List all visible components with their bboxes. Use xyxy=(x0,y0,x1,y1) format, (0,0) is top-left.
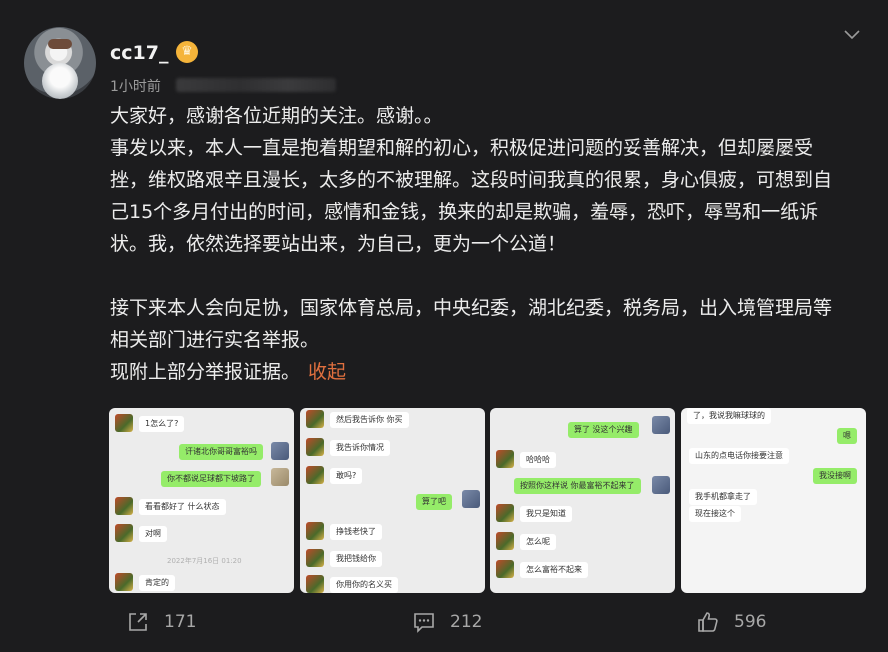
redacted-source xyxy=(176,78,336,92)
chat-message: 我没接啊 xyxy=(813,468,857,484)
evidence-image-3[interactable]: 算了 没这个兴趣 哈哈哈 按照你这样说 你最富裕不起来了 我只是知道 怎么呢 怎… xyxy=(490,408,675,593)
chat-avatar xyxy=(496,450,514,468)
post-line: 事发以来，本人一直是抱着期望和解的初心，积极促进问题的妥善解决，但却屡屡受 xyxy=(110,137,814,159)
chat-avatar xyxy=(115,573,133,591)
chat-avatar xyxy=(496,532,514,550)
share-icon xyxy=(129,613,147,631)
like-count: 596 xyxy=(734,612,767,632)
chat-message: 你不都说足球都下坡路了 xyxy=(161,471,261,487)
chat-avatar xyxy=(462,490,480,508)
chat-message: 挣钱老快了 xyxy=(330,524,382,540)
crown-icon: ♛ xyxy=(176,41,198,63)
chat-message: 怎么呢 xyxy=(520,534,556,550)
chat-avatar xyxy=(271,468,289,486)
chat-message: 我只是知道 xyxy=(520,506,572,522)
share-button[interactable]: 171 xyxy=(126,608,196,636)
chat-message: 哈哈哈 xyxy=(520,452,556,468)
chat-message: 怎么富裕不起来 xyxy=(520,562,588,578)
chat-message: 我手机都拿走了 xyxy=(689,489,757,505)
chat-avatar xyxy=(496,504,514,522)
chat-message: 了，我说我嘛球球的 xyxy=(687,408,771,424)
chat-avatar xyxy=(652,416,670,434)
chat-message: 你用你的名义买 xyxy=(330,577,398,593)
action-bar: 171 212 596 xyxy=(0,608,888,636)
chat-message: 然后我告诉你 你买 xyxy=(330,412,409,428)
chat-avatar xyxy=(496,560,514,578)
post-time: 1小时前 xyxy=(110,79,161,95)
chat-message: 我告诉你情况 xyxy=(330,440,390,456)
chat-avatar xyxy=(652,476,670,494)
collapse-link[interactable]: 收起 xyxy=(308,361,346,383)
chat-avatar xyxy=(271,442,289,460)
post-line-last: 现附上部分举报证据。 收起 xyxy=(110,356,870,388)
post-line: 己15个多月付出的时间，感情和金钱，换来的却是欺骗，羞辱，恐吓，辱骂和一纸诉 xyxy=(110,201,819,223)
post-line: 现附上部分举报证据。 xyxy=(110,361,301,383)
image-grid: 1怎么了? 讦诸北你哥哥富裕吗 你不都说足球都下坡路了 看看都好了 什么状态 对… xyxy=(109,408,866,593)
chat-avatar xyxy=(306,410,324,428)
comment-button[interactable]: 212 xyxy=(412,608,482,636)
chat-message: 看看都好了 什么状态 xyxy=(139,499,226,515)
chat-avatar xyxy=(115,414,133,432)
post-line: 相关部门进行实名举报。 xyxy=(110,329,320,351)
thumbs-up-icon xyxy=(698,612,718,632)
chat-avatar xyxy=(306,522,324,540)
chat-avatar xyxy=(306,575,324,593)
chat-avatar xyxy=(306,438,324,456)
chat-avatar xyxy=(306,549,324,567)
evidence-image-2[interactable]: 然后我告诉你 你买 我告诉你情况 敢吗? 算了吧 挣钱老快了 我把钱给你 你用你… xyxy=(300,408,485,593)
post-line: 挫，维权路艰辛且漫长，太多的不被理解。这段时间我真的很累，身心俱疲，可想到自 xyxy=(110,169,833,191)
share-count: 171 xyxy=(164,612,197,632)
chat-message: 按照你这样说 你最富裕不起来了 xyxy=(514,478,641,494)
chat-message: 算了吧 xyxy=(416,494,452,510)
chat-avatar xyxy=(115,497,133,515)
post-line: 大家好，感谢各位近期的关注。感谢。。 xyxy=(110,105,443,127)
chat-avatar xyxy=(115,524,133,542)
comment-count: 212 xyxy=(450,612,483,632)
evidence-image-1[interactable]: 1怎么了? 讦诸北你哥哥富裕吗 你不都说足球都下坡路了 看看都好了 什么状态 对… xyxy=(109,408,294,593)
chevron-down-icon[interactable] xyxy=(842,24,862,44)
chat-message: 1怎么了? xyxy=(139,416,185,432)
chat-message: 山东的点电话你接要注意 xyxy=(689,448,789,464)
avatar[interactable] xyxy=(24,27,96,99)
username[interactable]: cc17_ xyxy=(110,42,168,64)
chat-message: 敢吗? xyxy=(330,468,363,484)
chat-message: 我把钱给你 xyxy=(330,551,382,567)
chat-avatar xyxy=(306,466,324,484)
chat-message: 对啊 xyxy=(139,526,167,542)
evidence-image-4[interactable]: 了，我说我嘛球球的 嗯 山东的点电话你接要注意 我没接啊 我手机都拿走了 现在接… xyxy=(681,408,866,593)
chat-message: 肯定的 xyxy=(139,575,175,591)
post-line: 状。我，依然选择要站出来，为自己，更为一个公道！ xyxy=(110,233,567,255)
comment-icon xyxy=(414,613,434,633)
post-body: 大家好，感谢各位近期的关注。感谢。。 事发以来，本人一直是抱着期望和解的初心，积… xyxy=(110,100,870,388)
chat-message: 现在接这个 xyxy=(689,506,741,522)
chat-message: 算了 没这个兴趣 xyxy=(568,422,639,438)
chat-message: 讦诸北你哥哥富裕吗 xyxy=(179,444,263,460)
chat-timestamp: 2022年7月16日 01:20 xyxy=(167,557,242,565)
post-line: 接下来本人会向足协，国家体育总局，中央纪委，湖北纪委，税务局，出入境管理局等 xyxy=(110,297,833,319)
chat-message: 嗯 xyxy=(837,428,857,444)
like-button[interactable]: 596 xyxy=(696,608,766,636)
